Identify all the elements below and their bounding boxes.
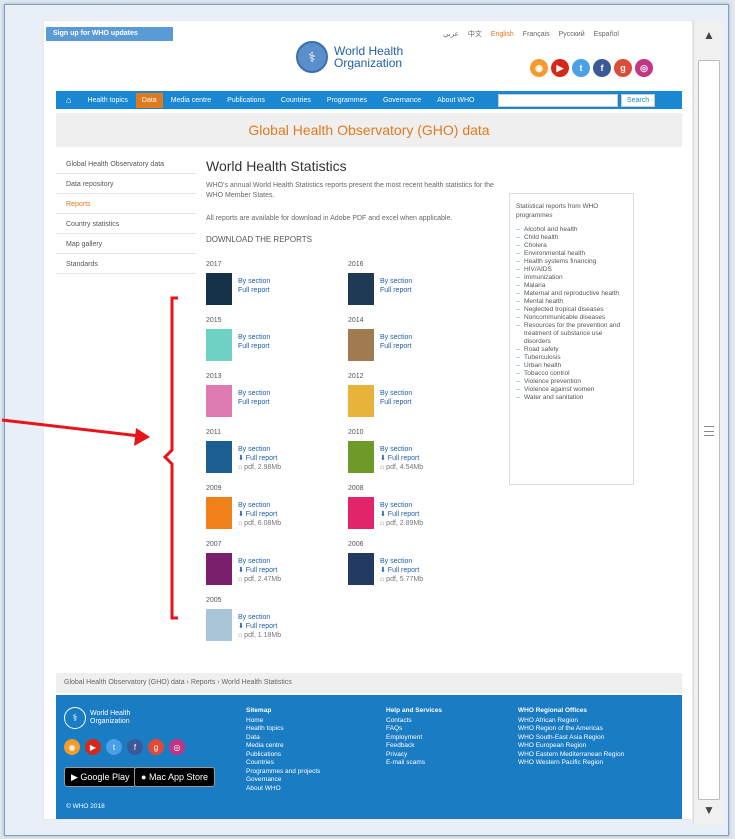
annotation-overlay: [1, 296, 178, 620]
red-arrow: [1, 418, 149, 439]
red-brace: [162, 296, 178, 620]
red-arrowhead: [134, 428, 150, 446]
